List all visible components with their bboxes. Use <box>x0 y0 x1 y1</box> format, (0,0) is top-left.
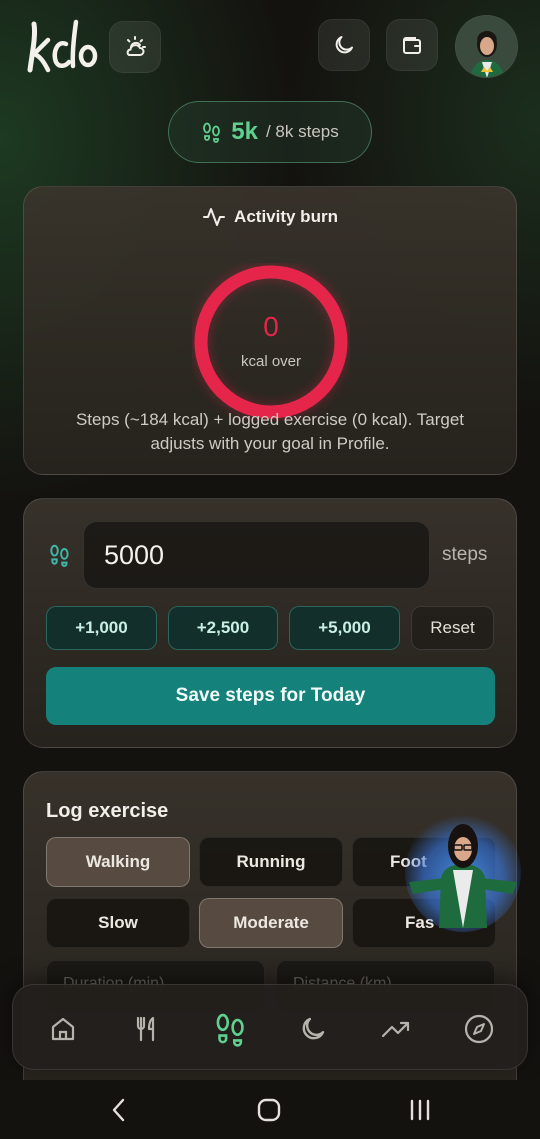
food-icon <box>136 1016 155 1042</box>
activity-burn-header: Activity burn <box>24 205 516 229</box>
intensity-slow-button[interactable]: Slow <box>46 898 190 948</box>
wallet-button[interactable] <box>386 19 438 71</box>
add-1000-steps-button[interactable]: +1,000 <box>46 606 157 650</box>
steps-icon <box>216 1013 244 1047</box>
weather-icon <box>126 36 146 56</box>
explore-icon <box>464 1014 494 1044</box>
home-square-icon <box>257 1098 281 1122</box>
activity-burn-description: Steps (~184 kcal) + logged exercise (0 k… <box>75 410 465 453</box>
burn-ring: 0 kcal over <box>192 263 350 421</box>
bottom-navigation <box>12 984 528 1070</box>
add-5000-steps-button[interactable]: +5,000 <box>289 606 400 650</box>
activity-burn-title: Activity burn <box>234 207 338 226</box>
steps-input[interactable]: 5000 <box>83 521 430 589</box>
weather-button[interactable] <box>109 21 161 73</box>
avatar-image <box>456 16 517 77</box>
logo-mark <box>27 19 98 73</box>
steps-summary-pill[interactable]: 5k / 8k steps <box>168 101 372 163</box>
steps-summary-goal: / 8k steps <box>265 122 339 141</box>
system-home-button[interactable] <box>249 1090 289 1130</box>
system-recents-button[interactable] <box>400 1090 440 1130</box>
nav-home[interactable] <box>43 1009 83 1049</box>
nav-steps[interactable] <box>211 1009 251 1049</box>
wallet-icon <box>403 37 421 54</box>
profile-avatar[interactable] <box>455 15 518 78</box>
steps-summary-value: 5k <box>231 118 258 145</box>
activity-walking-button[interactable]: Walking <box>46 837 190 887</box>
add-2500-steps-button[interactable]: +2,500 <box>168 606 278 650</box>
save-steps-button[interactable]: Save steps for Today <box>46 667 495 725</box>
back-chevron-icon <box>112 1098 125 1122</box>
activity-pulse-icon <box>203 208 226 226</box>
nav-trends[interactable] <box>376 1009 416 1049</box>
steps-footprints-icon <box>48 543 72 572</box>
trends-icon <box>381 1021 410 1038</box>
activity-running-button[interactable]: Running <box>199 837 343 887</box>
steps-unit-label: steps <box>442 544 488 565</box>
recents-icon <box>410 1099 430 1121</box>
app-logo[interactable] <box>26 14 100 78</box>
burn-ring-value: 0 <box>263 311 279 342</box>
assistant-avatar-image <box>409 824 517 928</box>
burn-ring-label: kcal over <box>240 353 302 370</box>
home-icon <box>51 1017 75 1041</box>
steps-entry-card: 5000 steps +1,000 +2,500 +5,000 Reset Sa… <box>23 498 517 748</box>
reset-steps-button[interactable]: Reset <box>411 606 494 650</box>
system-back-button[interactable] <box>99 1090 139 1130</box>
log-exercise-title: Log exercise <box>46 800 169 822</box>
moon-icon <box>335 36 353 54</box>
nav-food[interactable] <box>127 1009 167 1049</box>
intensity-moderate-button[interactable]: Moderate <box>199 898 343 948</box>
system-navigation-bar <box>0 1080 540 1139</box>
sleep-icon <box>302 1017 325 1040</box>
nav-sleep[interactable] <box>293 1009 333 1049</box>
theme-toggle-button[interactable] <box>318 19 370 71</box>
nav-explore[interactable] <box>459 1009 499 1049</box>
assistant-avatar-button[interactable] <box>405 812 521 932</box>
activity-burn-card: Activity burn 0 kcal over Steps (~184 kc… <box>23 186 517 475</box>
footprints-icon <box>203 122 221 143</box>
